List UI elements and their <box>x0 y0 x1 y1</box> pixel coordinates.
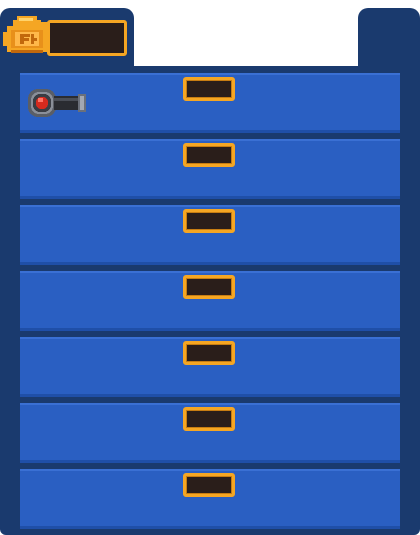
drawer-handle[interactable] <box>183 341 235 365</box>
drawer-7[interactable] <box>20 469 400 529</box>
drawer-2[interactable] <box>20 139 400 199</box>
drawer-handle[interactable] <box>183 143 235 167</box>
drawer-4[interactable] <box>20 271 400 331</box>
coin-counter <box>47 20 127 56</box>
drawer-handle[interactable] <box>183 473 235 497</box>
drawer-handle[interactable] <box>183 275 235 299</box>
drawer-handle[interactable] <box>183 209 235 233</box>
drawer-6[interactable] <box>20 403 400 463</box>
drawer-list <box>20 73 400 529</box>
drawer-3[interactable] <box>20 205 400 265</box>
inventory-screen <box>0 0 420 535</box>
drawer-handle[interactable] <box>183 77 235 101</box>
bomb-cannon-icon[interactable] <box>24 85 90 121</box>
drawer-1[interactable] <box>20 73 400 133</box>
drawer-handle[interactable] <box>183 407 235 431</box>
drawer-5[interactable] <box>20 337 400 397</box>
